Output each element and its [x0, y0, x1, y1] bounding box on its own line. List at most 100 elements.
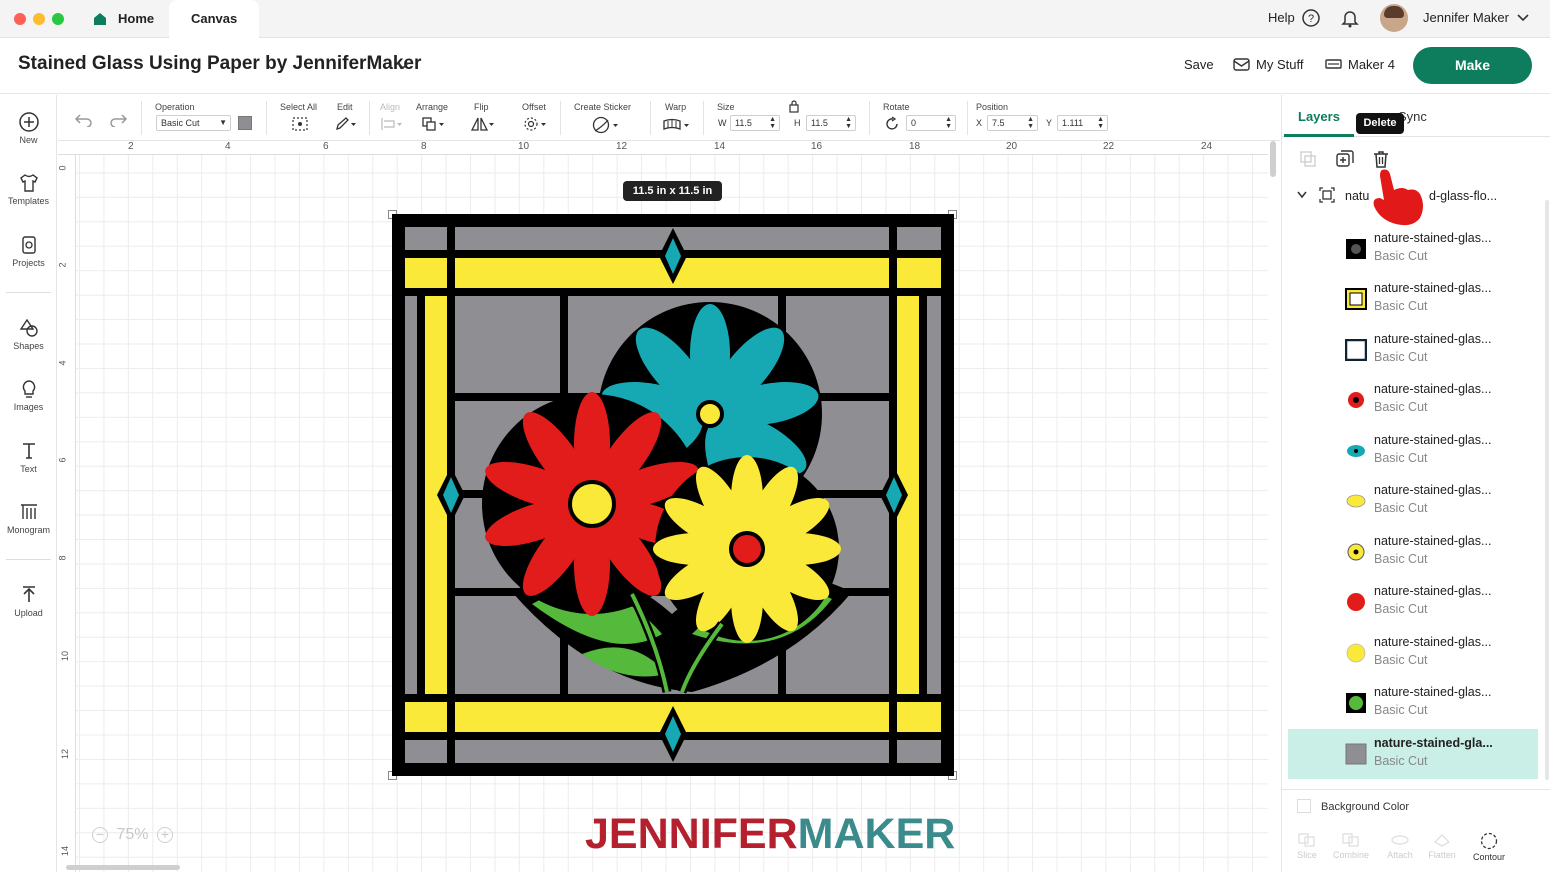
machine-selector[interactable]: Maker 4: [1348, 57, 1395, 72]
canvas-vertical-scrollbar[interactable]: [1270, 141, 1276, 177]
bell-icon[interactable]: [1340, 8, 1360, 28]
width-input[interactable]: 11.5 ▲ ▼: [730, 115, 780, 131]
layer-row[interactable]: nature-stained-glas... Basic Cut: [1288, 224, 1538, 274]
templates-label: Templates: [7, 196, 50, 206]
group-name-tail[interactable]: d-glass-flo...: [1429, 189, 1497, 203]
chevron-down-icon[interactable]: [1296, 190, 1308, 200]
canvas-horizontal-scrollbar[interactable]: [66, 865, 180, 870]
undo-icon[interactable]: [74, 111, 94, 127]
projects-button[interactable]: Projects: [0, 234, 57, 268]
align-icon[interactable]: [380, 117, 404, 131]
layer-row[interactable]: nature-stained-glas... Basic Cut: [1288, 375, 1538, 425]
contour-icon: [1480, 832, 1498, 850]
divider: [560, 101, 561, 135]
project-menu-chevron-icon[interactable]: [396, 60, 410, 72]
images-button[interactable]: Images: [0, 378, 57, 412]
ruler-tick-label: 12: [616, 141, 628, 152]
ruler-tick-label: 14: [714, 141, 726, 152]
tab-canvas[interactable]: Canvas: [169, 0, 260, 38]
group-name[interactable]: natu: [1345, 189, 1369, 203]
shapes-icon: [19, 318, 38, 337]
ruler-tick-label: 2: [128, 141, 134, 152]
avatar[interactable]: [1380, 4, 1408, 32]
ruler-tick-label: 6: [57, 457, 68, 463]
monogram-button[interactable]: Monogram: [0, 501, 57, 535]
save-button[interactable]: Save: [1184, 57, 1214, 72]
layer-operation: Basic Cut: [1374, 299, 1428, 313]
warp-icon[interactable]: [662, 117, 692, 133]
templates-button[interactable]: Templates: [0, 172, 57, 206]
lightbulb-icon: [22, 380, 35, 398]
layer-operation: Basic Cut: [1374, 552, 1428, 566]
ruler-tick-label: 14: [60, 845, 71, 857]
operation-select[interactable]: Basic Cut ▼: [156, 115, 231, 131]
my-stuff-button[interactable]: My Stuff: [1256, 57, 1303, 72]
new-button[interactable]: New: [0, 111, 57, 145]
slice-button[interactable]: Slice: [1285, 832, 1329, 860]
layer-row[interactable]: nature-stained-glas... Basic Cut: [1288, 476, 1538, 526]
create-sticker-icon[interactable]: [591, 116, 621, 134]
x-position-input[interactable]: 7.5 ▲ ▼: [987, 115, 1038, 131]
make-button[interactable]: Make: [1413, 47, 1532, 84]
stained-glass-artwork[interactable]: [392, 214, 954, 776]
layer-row[interactable]: nature-stained-glas... Basic Cut: [1288, 577, 1538, 627]
arrange-icon[interactable]: [421, 116, 447, 132]
zoom-in-icon[interactable]: +: [156, 827, 173, 843]
text-button[interactable]: Text: [0, 440, 57, 474]
layers-scrollbar[interactable]: [1545, 200, 1549, 780]
height-prefix: H: [794, 118, 801, 128]
tab-layers[interactable]: Layers: [1298, 109, 1340, 124]
images-label: Images: [13, 402, 44, 412]
combine-button[interactable]: Combine: [1329, 832, 1373, 860]
x-value: 7.5: [992, 118, 1005, 128]
text-icon: [22, 443, 35, 459]
upload-button[interactable]: Upload: [0, 584, 57, 618]
select-all-icon[interactable]: [291, 116, 309, 132]
jennifermaker-logo: JENNIFERMAKER: [585, 810, 955, 859]
close-window-button[interactable]: [14, 13, 26, 25]
layer-row[interactable]: nature-stained-glas... Basic Cut: [1288, 274, 1538, 324]
ruler-tick-label: 2: [57, 262, 68, 268]
maximize-window-button[interactable]: [52, 13, 64, 25]
ruler-tick-label: 8: [421, 141, 427, 152]
background-color-label: Background Color: [1321, 801, 1410, 813]
help-icon[interactable]: ?: [1301, 8, 1321, 28]
zoom-out-icon[interactable]: −: [92, 827, 108, 843]
chevron-down-icon[interactable]: [1516, 12, 1530, 24]
projects-label: Projects: [12, 258, 45, 268]
edit-pencil-icon[interactable]: [334, 116, 358, 132]
contour-button[interactable]: Contour: [1467, 832, 1511, 862]
zoom-control[interactable]: − 75% +: [92, 826, 173, 844]
y-position-input[interactable]: 1.111 ▲ ▼: [1057, 115, 1108, 131]
layer-row[interactable]: nature-stained-glas... Basic Cut: [1288, 678, 1538, 728]
background-color-checkbox[interactable]: [1297, 799, 1311, 813]
offset-icon[interactable]: [522, 116, 548, 132]
flatten-icon: [1434, 834, 1450, 847]
rotate-input[interactable]: 0 ▲ ▼: [906, 115, 956, 131]
tab-home[interactable]: Home: [92, 0, 154, 38]
height-input[interactable]: 11.5 ▲ ▼: [806, 115, 856, 131]
shapes-button[interactable]: Shapes: [0, 317, 57, 351]
layer-color-swatch[interactable]: [238, 116, 252, 130]
help-link[interactable]: Help: [1268, 10, 1295, 25]
flip-icon[interactable]: [470, 116, 496, 132]
user-name[interactable]: Jennifer Maker: [1423, 10, 1509, 25]
minimize-window-button[interactable]: [33, 13, 45, 25]
layer-row[interactable]: nature-stained-glas... Basic Cut: [1288, 527, 1538, 577]
layer-row[interactable]: nature-stained-glas... Basic Cut: [1288, 426, 1538, 476]
svg-text:?: ?: [1308, 13, 1314, 25]
brand-part-1: JENNIFER: [585, 810, 798, 858]
layer-name: nature-stained-glas...: [1374, 231, 1492, 245]
upload-label: Upload: [14, 608, 43, 618]
layer-row[interactable]: nature-stained-glas... Basic Cut: [1288, 628, 1538, 678]
redo-icon[interactable]: [108, 111, 128, 127]
attach-button[interactable]: Attach: [1378, 832, 1422, 860]
lock-icon[interactable]: [789, 100, 799, 113]
layer-row-selected[interactable]: nature-stained-gla... Basic Cut: [1288, 729, 1538, 779]
layer-row[interactable]: nature-stained-glas... Basic Cut: [1288, 325, 1538, 375]
group-icon[interactable]: [1298, 149, 1318, 169]
duplicate-icon[interactable]: [1335, 149, 1355, 169]
y-prefix: Y: [1046, 118, 1053, 128]
flatten-button[interactable]: Flatten: [1420, 832, 1464, 860]
project-title[interactable]: Stained Glass Using Paper by JenniferMak…: [18, 53, 421, 75]
